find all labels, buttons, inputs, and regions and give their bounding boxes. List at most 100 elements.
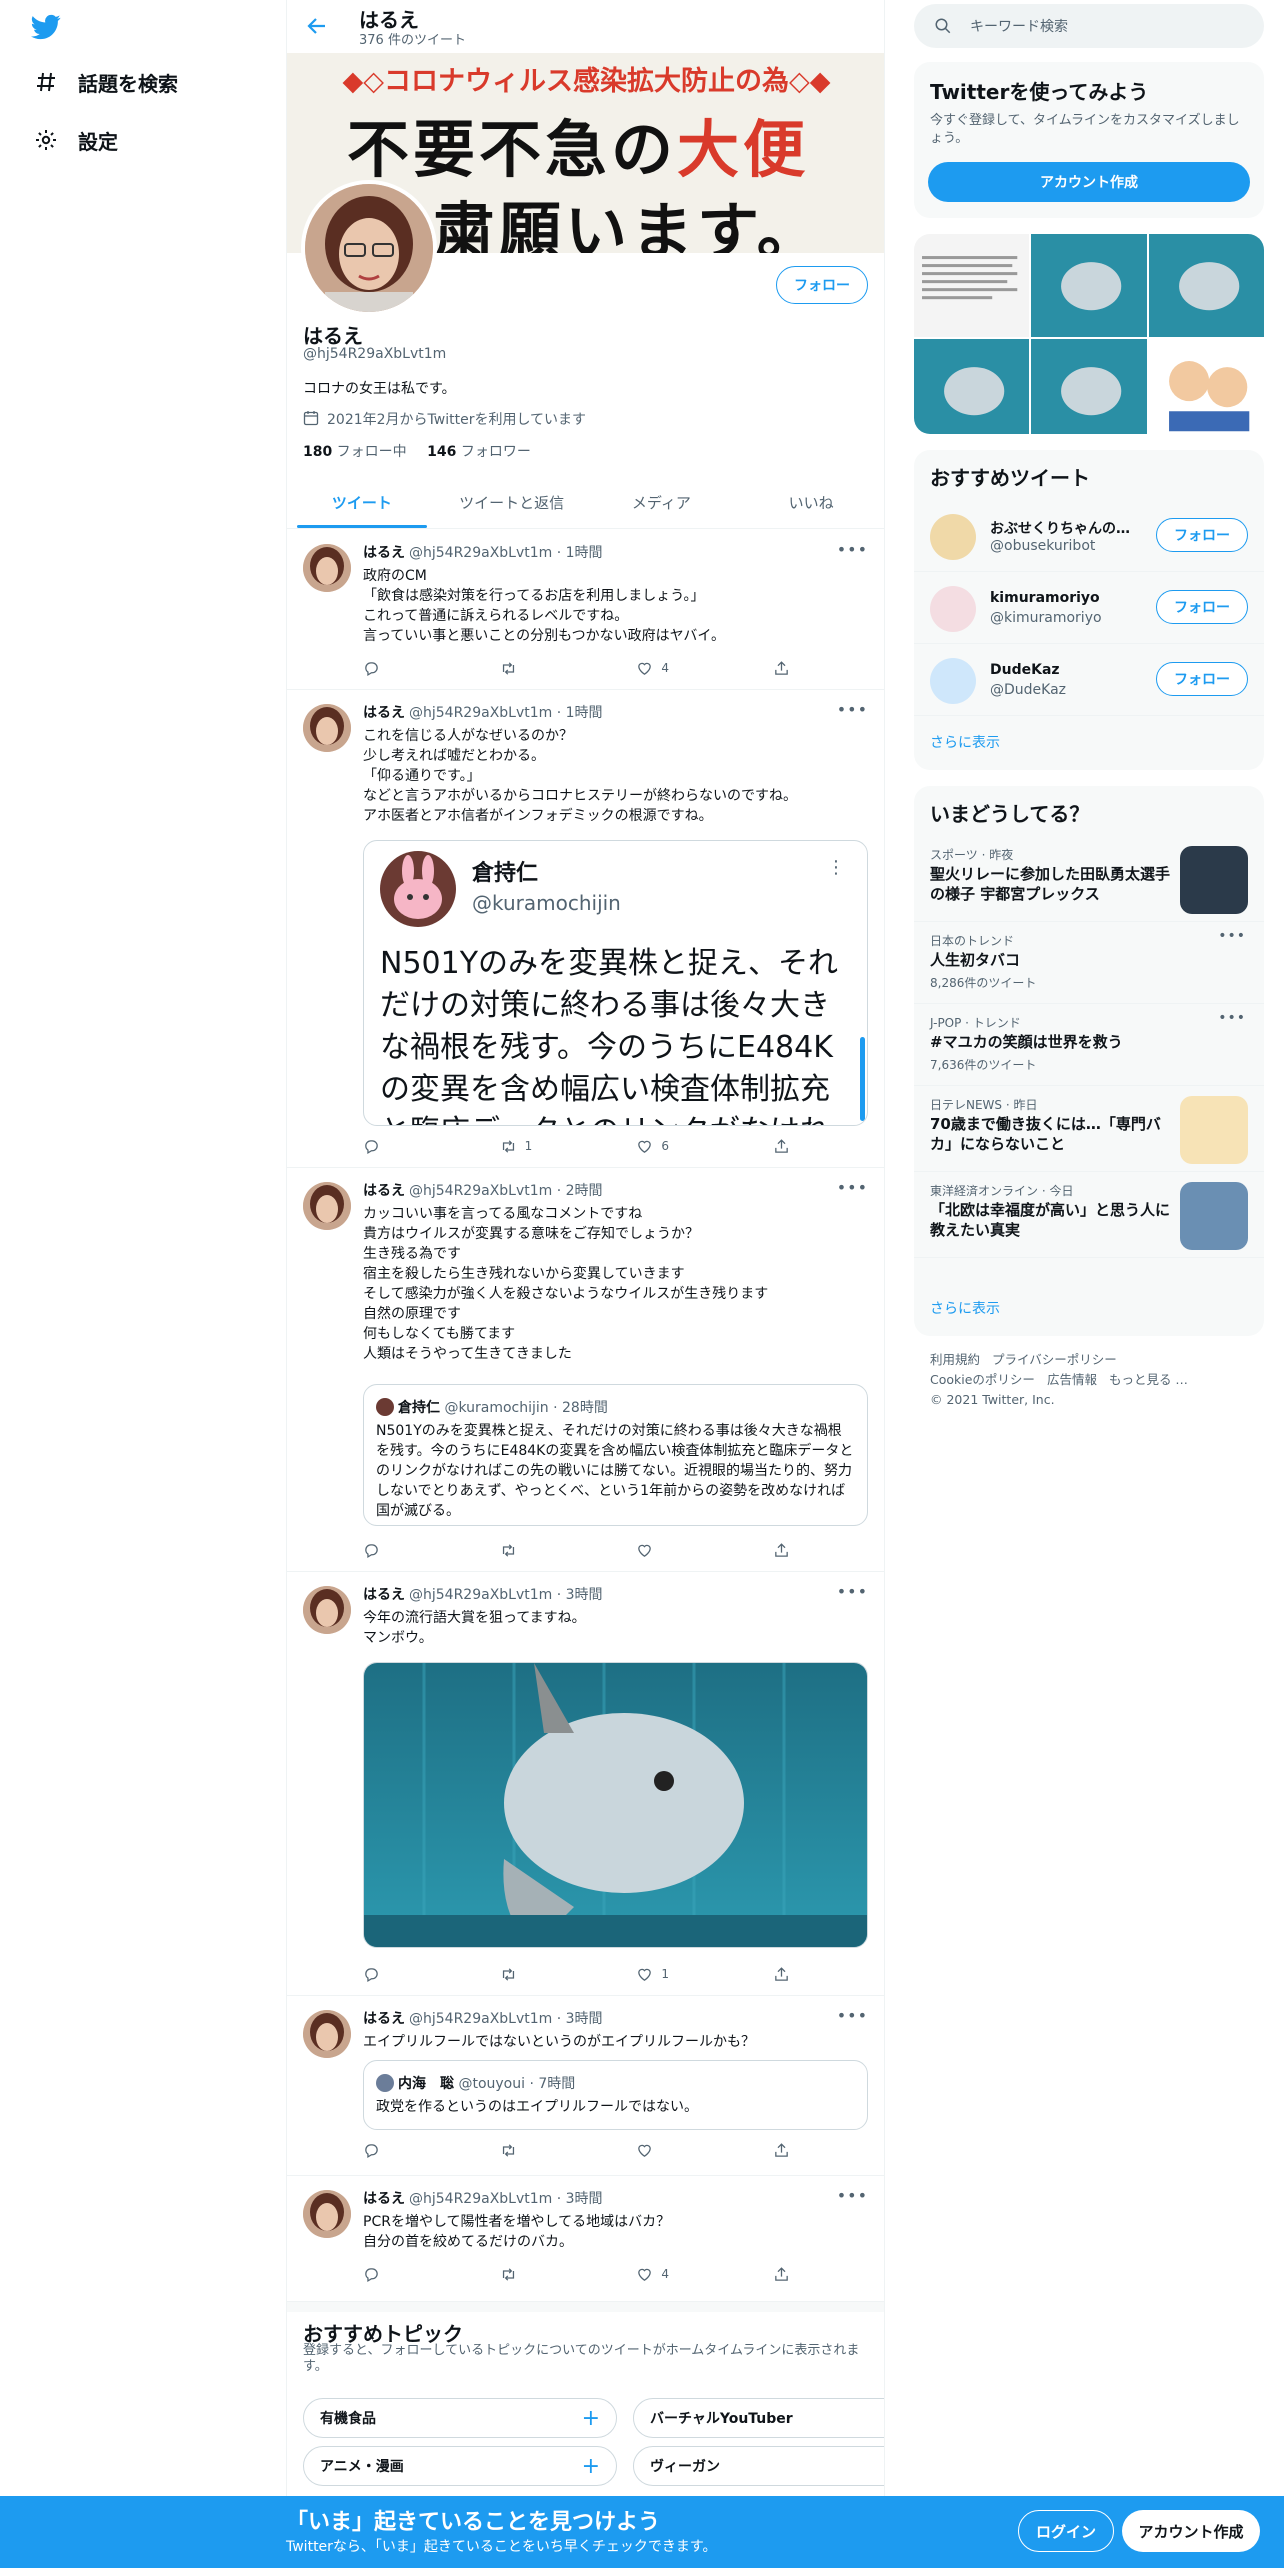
trend-item[interactable]: 日テレNEWS · 昨日 70歳まで働き抜くには…「専門バカ」にならないこと — [914, 1086, 1264, 1172]
show-more-link[interactable]: さらに表示 — [930, 732, 1000, 752]
like-button[interactable]: 4 — [636, 658, 736, 678]
follow-button[interactable]: フォロー — [1156, 518, 1248, 552]
tweet-avatar[interactable] — [303, 2190, 351, 2238]
tweet[interactable]: はるえ @hj54R29aXbLvt1m · 3時間 ••• 今年の流行語大賞を狙… — [287, 1572, 884, 1996]
trend-image — [1180, 1096, 1248, 1164]
following-link[interactable]: 180 フォロー中 — [303, 444, 407, 460]
followers-link[interactable]: 146 フォロワー — [427, 444, 531, 460]
retweet-button[interactable]: 1 — [500, 1136, 600, 1156]
gallery-thumb[interactable] — [1148, 234, 1264, 338]
more-options-icon[interactable]: ••• — [837, 700, 868, 719]
trend-count: 7,636件のツイート — [930, 1058, 1037, 1072]
more-options-icon[interactable]: ••• — [837, 2006, 868, 2025]
suggested-name: kimuramoriyo — [990, 590, 1100, 606]
more-options-icon[interactable]: ••• — [1218, 928, 1246, 944]
tweet-header: はるえ @hj54R29aXbLvt1m · 3時間 — [363, 1587, 603, 1603]
topic-chip[interactable]: 有機食品 + — [303, 2398, 617, 2438]
share-button[interactable] — [773, 1964, 793, 1984]
retweet-button[interactable] — [500, 1964, 600, 1984]
reply-button[interactable] — [363, 658, 463, 678]
share-button[interactable] — [773, 1136, 793, 1156]
retweet-button[interactable] — [500, 1540, 600, 1560]
tab-likes[interactable]: いいね — [736, 476, 884, 528]
reply-button[interactable] — [363, 1136, 463, 1156]
tweet[interactable]: はるえ @hj54R29aXbLvt1m · 2時間 ••• カッコいい事を言って… — [287, 1168, 884, 1572]
retweet-button[interactable] — [500, 2140, 600, 2160]
tweet-avatar[interactable] — [303, 1586, 351, 1634]
show-more-link[interactable]: さらに表示 — [930, 1298, 1000, 1318]
share-button[interactable] — [773, 2140, 793, 2160]
quoted-tweet[interactable]: 内海 聡 @touyoui · 7時間 政党を作るというのはエイプリルフールでは… — [363, 2060, 868, 2130]
quoted-tweet[interactable]: 倉持仁 @kuramochijin · 28時間 N501Yのみを変異株と捉え、… — [363, 1384, 868, 1526]
gallery-thumb[interactable] — [914, 339, 1030, 434]
reply-button[interactable] — [363, 1964, 463, 1984]
share-button[interactable] — [773, 1540, 793, 1560]
retweet-button[interactable] — [500, 658, 600, 678]
tweet[interactable]: はるえ @hj54R29aXbLvt1m · 3時間 ••• PCRを増やして陽性… — [287, 2176, 884, 2302]
tweet-text: カッコいい事を言ってる風なコメントですね 貴方はウイルスが変異する意味をご存知で… — [363, 1206, 769, 1362]
tweet[interactable]: はるえ @hj54R29aXbLvt1m · 1時間 ••• これを信じる人がなぜ… — [287, 690, 884, 1168]
footer-link[interactable]: もっと見る … — [1109, 1372, 1188, 1387]
trend-item[interactable]: 東洋経済オンライン · 今日 「北欧は幸福度が高い」と思う人に教えたい真実 — [914, 1172, 1264, 1258]
more-options-icon[interactable]: ••• — [837, 540, 868, 559]
share-button[interactable] — [773, 2264, 793, 2284]
create-account-button[interactable]: アカウント作成 — [928, 162, 1250, 202]
tweet-avatar[interactable] — [303, 1182, 351, 1230]
gallery-thumb[interactable] — [1148, 339, 1264, 434]
media-gallery[interactable] — [914, 234, 1264, 434]
profile-follow-button[interactable]: フォロー — [776, 266, 868, 304]
trend-meta: 日本のトレンド — [930, 934, 1015, 948]
footer-link[interactable]: プライバシーポリシー — [992, 1352, 1117, 1367]
suggested-account[interactable]: DudeKaz @DudeKaz フォロー — [914, 644, 1264, 716]
tab-tweets-and-replies[interactable]: ツイートと返信 — [437, 476, 587, 528]
footer-link[interactable]: 利用規約 — [930, 1352, 980, 1367]
signup-button[interactable]: アカウント作成 — [1122, 2510, 1260, 2552]
nav-settings[interactable]: 設定 — [34, 120, 118, 160]
like-button[interactable] — [636, 2140, 736, 2160]
tweet[interactable]: はるえ @hj54R29aXbLvt1m · 1時間 ••• 政府のCM 「飲食は… — [287, 530, 884, 690]
twitter-logo-icon[interactable] — [28, 12, 64, 42]
like-button[interactable] — [636, 1540, 736, 1560]
share-button[interactable] — [773, 658, 793, 678]
more-options-icon[interactable]: ••• — [837, 1178, 868, 1197]
like-button[interactable]: 1 — [636, 1964, 736, 1984]
trend-item[interactable]: 日本のトレンド 人生初タバコ 8,286件のツイート ••• — [914, 922, 1264, 1004]
tweet-avatar[interactable] — [303, 544, 351, 592]
trend-item[interactable]: J-POP · トレンド #マユカの笑顔は世界を救う 7,636件のツイート •… — [914, 1004, 1264, 1086]
profile-avatar[interactable] — [301, 180, 437, 316]
more-options-icon[interactable]: ••• — [837, 2186, 868, 2205]
login-button[interactable]: ログイン — [1018, 2510, 1114, 2552]
nav-explore[interactable]: 話題を検索 — [34, 62, 178, 102]
trend-item[interactable]: スポーツ · 昨夜 聖火リレーに参加した田臥勇太選手の様子 宇都宮プレックス — [914, 836, 1264, 922]
tweet-avatar[interactable] — [303, 704, 351, 752]
topic-chip[interactable]: アニメ・漫画 + — [303, 2446, 617, 2486]
suggested-account[interactable]: kimuramoriyo @kimuramoriyo フォロー — [914, 572, 1264, 644]
like-button[interactable]: 6 — [636, 1136, 736, 1156]
gallery-thumb[interactable] — [914, 234, 1030, 338]
reply-button[interactable] — [363, 2140, 463, 2160]
more-options-icon[interactable]: ••• — [837, 1582, 868, 1601]
suggested-account[interactable]: おぶせくりちゃんの… @obusekuribot フォロー — [914, 500, 1264, 572]
follow-button[interactable]: フォロー — [1156, 590, 1248, 624]
search-box[interactable]: キーワード検索 — [914, 4, 1264, 48]
tab-tweets[interactable]: ツイート — [287, 476, 437, 528]
reply-button[interactable] — [363, 2264, 463, 2284]
retweet-button[interactable] — [500, 2264, 600, 2284]
topic-chip[interactable]: バーチャルYouTuber — [633, 2398, 884, 2438]
gallery-thumb[interactable] — [1031, 234, 1147, 338]
embedded-tweet-image[interactable]: 倉持仁 @kuramochijin ⋮ N501Yのみを変異株と捉え、それだけの… — [363, 840, 868, 1126]
signup-card-subtitle: 今すぐ登録して、タイムラインをカスタマイズしましょう。 — [930, 113, 1240, 146]
gallery-thumb[interactable] — [1031, 339, 1147, 434]
tweet[interactable]: はるえ @hj54R29aXbLvt1m · 3時間 ••• エイプリルフールでは… — [287, 1996, 884, 2176]
back-arrow-icon[interactable] — [305, 14, 329, 38]
footer-link[interactable]: 広告情報 — [1047, 1372, 1097, 1387]
topic-chip[interactable]: ヴィーガン — [633, 2446, 884, 2486]
follow-button[interactable]: フォロー — [1156, 662, 1248, 696]
footer-link[interactable]: Cookieのポリシー — [930, 1372, 1035, 1387]
like-button[interactable]: 4 — [636, 2264, 736, 2284]
more-options-icon[interactable]: ••• — [1218, 1010, 1246, 1026]
tweet-avatar[interactable] — [303, 2010, 351, 2058]
tab-media[interactable]: メディア — [587, 476, 737, 528]
reply-button[interactable] — [363, 1540, 463, 1560]
tweet-photo-sunfish[interactable] — [363, 1662, 868, 1948]
